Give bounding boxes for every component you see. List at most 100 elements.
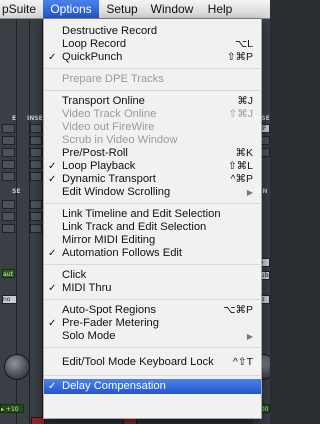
menu-item-shortcut: ^⌘P [230,173,253,185]
menu-item-label: Link Track and Edit Selection [62,221,207,233]
checkmark-icon: ✓ [48,52,57,63]
send-slot[interactable] [2,224,15,233]
menu-item-solo-mode[interactable]: Solo Mode ▶ [44,330,261,343]
menubar-item-suite[interactable]: pSuite [0,0,42,18]
menu-item-link-track-and-edit-selection[interactable]: Link Track and Edit Selection [44,221,261,234]
menu-separator [45,375,260,376]
menu-item-label: Video Track Online [62,108,157,120]
insert-slot[interactable] [2,160,15,169]
insert-slot[interactable] [30,172,42,181]
menu-item-midi-thru[interactable]: ✓ MIDI Thru [44,282,261,295]
menu-item-label: Mirror MIDI Editing [62,234,156,246]
insert-slot[interactable] [2,136,15,145]
menu-separator [45,264,260,265]
group-selector[interactable]: no [2,295,17,304]
send-slot[interactable] [30,200,42,209]
menu-item-automation-follows-edit[interactable]: ✓ Automation Follows Edit [44,247,261,260]
insert-slot[interactable] [30,124,42,133]
send-slot[interactable] [2,200,15,209]
checkmark-icon: ✓ [48,248,57,259]
menu-item-dynamic-transport[interactable]: ✓ Dynamic Transport ^⌘P [44,173,261,186]
menu-item-shortcut: ⌥L [235,38,253,50]
insert-slot[interactable] [30,160,42,169]
insert-slot[interactable] [30,136,42,145]
menu-item-prepare-dpe-tracks: Prepare DPE Tracks [44,73,261,86]
menu-item-label: Auto-Spot Regions [62,304,156,316]
menu-item-loop-record[interactable]: Loop Record ⌥L [44,38,261,51]
menu-separator [45,203,260,204]
menu-item-loop-playback[interactable]: ✓ Loop Playback ⇧⌘L [44,160,261,173]
menu-item-shortcut: ⇧⌘J [228,108,253,120]
menu-item-label: QuickPunch [62,51,123,63]
menu-bar: pSuite Options Setup Window Help [0,0,270,19]
submenu-arrow-icon: ▶ [246,188,253,197]
menubar-item-setup[interactable]: Setup [102,0,142,18]
menu-separator [45,347,260,348]
submenu-arrow-icon: ▶ [246,332,253,341]
menu-item-label: Dynamic Transport [62,173,156,185]
insert-slot[interactable] [30,148,42,157]
send-slot[interactable] [2,212,15,221]
insert-slot[interactable] [2,124,15,133]
menubar-item-options[interactable]: Options [43,0,99,18]
menu-item-label: Scrub in Video Window [62,134,178,146]
menu-item-pre-fader-metering[interactable]: ✓ Pre-Fader Metering [44,317,261,330]
menu-item-label: Click [62,269,87,281]
send-slot[interactable] [30,224,42,233]
menu-item-shortcut: ⌥⌘P [223,304,253,316]
menu-item-shortcut: ⇧⌘L [227,160,253,172]
menu-item-destructive-record[interactable]: Destructive Record [44,25,261,38]
menu-item-transport-online[interactable]: Transport Online ⌘J [44,95,261,108]
menu-item-click[interactable]: Click [44,269,261,282]
checkmark-icon: ✓ [48,161,57,172]
menu-item-auto-spot-regions[interactable]: Auto-Spot Regions ⌥⌘P [44,304,261,317]
menu-item-label: Edit Window Scrolling [62,186,171,198]
menu-item-mirror-midi-editing[interactable]: Mirror MIDI Editing [44,234,261,247]
menu-item-label: MIDI Thru [62,282,112,294]
menu-item-pre-post-roll[interactable]: Pre/Post-Roll ⌘K [44,147,261,160]
menu-item-label: Loop Playback [62,160,136,172]
insert-slot[interactable] [2,172,15,181]
menu-item-delay-compensation[interactable]: ✓ Delay Compensation [44,379,261,394]
options-menu: Destructive Record Loop Record ⌥L ✓ Quic… [43,19,262,419]
menu-item-label: Delay Compensation [62,380,166,392]
menu-item-video-out-firewire: Video out FireWire [44,121,261,134]
menu-separator [45,90,260,91]
menu-item-shortcut: ⌘J [237,95,253,107]
checkmark-icon: ✓ [48,381,57,392]
menu-item-label: Solo Mode [62,330,116,342]
menubar-item-window[interactable]: Window [146,0,198,18]
menu-item-shortcut: ⌘K [235,147,253,159]
menu-item-video-track-online: Video Track Online ⇧⌘J [44,108,261,121]
menu-item-edit-window-scrolling[interactable]: Edit Window Scrolling ▶ [44,186,261,199]
group-selector-label: no [3,296,11,303]
menu-item-label: Edit/Tool Mode Keyboard Lock [62,356,214,368]
insert-label: INSE [27,115,43,122]
menu-separator [45,299,260,300]
channel-strip [30,19,43,424]
menu-item-quickpunch[interactable]: ✓ QuickPunch ⇧⌘P [44,51,261,64]
menu-item-shortcut: ^⇧T [232,356,253,368]
menu-item-label: Video out FireWire [62,121,155,133]
menu-item-link-timeline-and-edit-selection[interactable]: Link Timeline and Edit Selection [44,208,261,221]
checkmark-icon: ✓ [48,318,57,329]
menu-item-label: Automation Follows Edit [62,247,183,259]
menu-item-label: Prepare DPE Tracks [62,73,164,85]
menu-item-label: Link Timeline and Edit Selection [62,208,221,220]
level-readout: ▸ +10 [0,404,24,413]
menu-item-shortcut: ⇧⌘P [226,51,253,63]
menu-item-label: Destructive Record [62,25,158,37]
sends-label: SE [12,188,21,195]
checkmark-icon: ✓ [48,174,57,185]
menubar-item-help[interactable]: Help [202,0,238,18]
automation-mode-label: aut [3,271,13,278]
menu-separator [45,68,260,69]
menu-item-label: Pre/Post-Roll [62,147,128,159]
insert-slot[interactable] [2,148,15,157]
menu-item-edit-tool-mode-keyboard-lock[interactable]: Edit/Tool Mode Keyboard Lock ^⇧T [44,356,261,369]
send-slot[interactable] [30,212,42,221]
insert-label: E [12,115,17,122]
menu-item-label: Transport Online [62,95,145,107]
automation-mode[interactable]: aut [2,269,15,278]
pan-knob[interactable] [4,354,30,380]
